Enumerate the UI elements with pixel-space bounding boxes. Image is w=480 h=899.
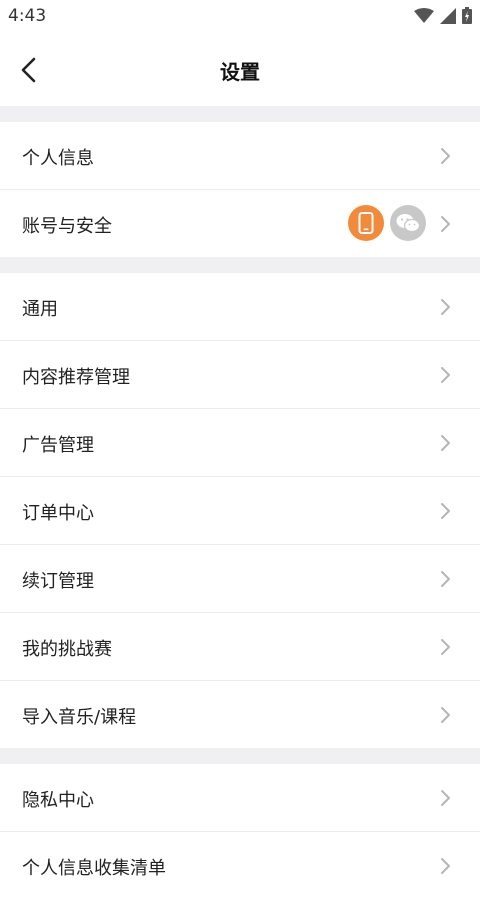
settings-item-personal-info-collection[interactable]: 个人信息收集清单 [0,832,480,899]
settings-item-privacy-center[interactable]: 隐私中心 [0,764,480,832]
page-title: 设置 [220,60,260,84]
settings-group-privacy: 隐私中心 个人信息收集清单 [0,764,480,899]
signal-icon [440,7,456,24]
section-divider [0,257,480,273]
settings-item-general[interactable]: 通用 [0,273,480,341]
nav-bar: 设置 [0,34,480,106]
settings-item-ad-management[interactable]: 广告管理 [0,409,480,477]
chevron-right-icon [441,299,450,315]
settings-group-general: 通用 内容推荐管理 广告管理 订单中心 续订管理 我的挑战赛 导入音乐/课程 [0,273,480,748]
chevron-right-icon [441,707,450,723]
chevron-right-icon [441,503,450,519]
wifi-icon [414,7,434,23]
chevron-right-icon [441,571,450,587]
section-divider [0,106,480,122]
settings-item-label: 我的挑战赛 [22,639,112,660]
settings-item-label: 导入音乐/课程 [22,707,137,728]
settings-item-label: 续订管理 [22,571,94,592]
settings-item-label: 订单中心 [22,503,94,524]
settings-item-personal-info[interactable]: 个人信息 [0,122,480,190]
phone-icon [358,212,374,234]
settings-item-label: 广告管理 [22,435,94,456]
settings-item-label: 内容推荐管理 [22,367,130,388]
settings-group-account: 个人信息 账号与安全 [0,122,480,257]
settings-item-order-center[interactable]: 订单中心 [0,477,480,545]
chevron-right-icon [441,858,450,874]
chevron-right-icon [441,367,450,383]
section-divider [0,748,480,764]
chevron-right-icon [441,790,450,806]
chevron-right-icon [441,216,450,232]
battery-icon [462,7,472,24]
wechat-badge [390,205,426,241]
status-icons [414,7,472,24]
settings-item-import-music-courses[interactable]: 导入音乐/课程 [0,681,480,748]
settings-item-label: 个人信息 [22,148,94,169]
status-bar: 4:43 [0,0,480,34]
settings-item-account-security[interactable]: 账号与安全 [0,190,480,257]
chevron-right-icon [441,435,450,451]
wechat-icon [396,214,420,233]
settings-item-label: 通用 [22,299,58,320]
settings-item-renewal-management[interactable]: 续订管理 [0,545,480,613]
status-time: 4:43 [8,6,47,26]
settings-item-label: 个人信息收集清单 [22,858,166,879]
chevron-right-icon [441,639,450,655]
phone-badge [348,205,384,241]
settings-item-label: 隐私中心 [22,790,94,811]
settings-item-my-challenges[interactable]: 我的挑战赛 [0,613,480,681]
chevron-right-icon [441,148,450,164]
settings-item-content-recommendation[interactable]: 内容推荐管理 [0,341,480,409]
settings-item-label: 账号与安全 [22,216,112,237]
